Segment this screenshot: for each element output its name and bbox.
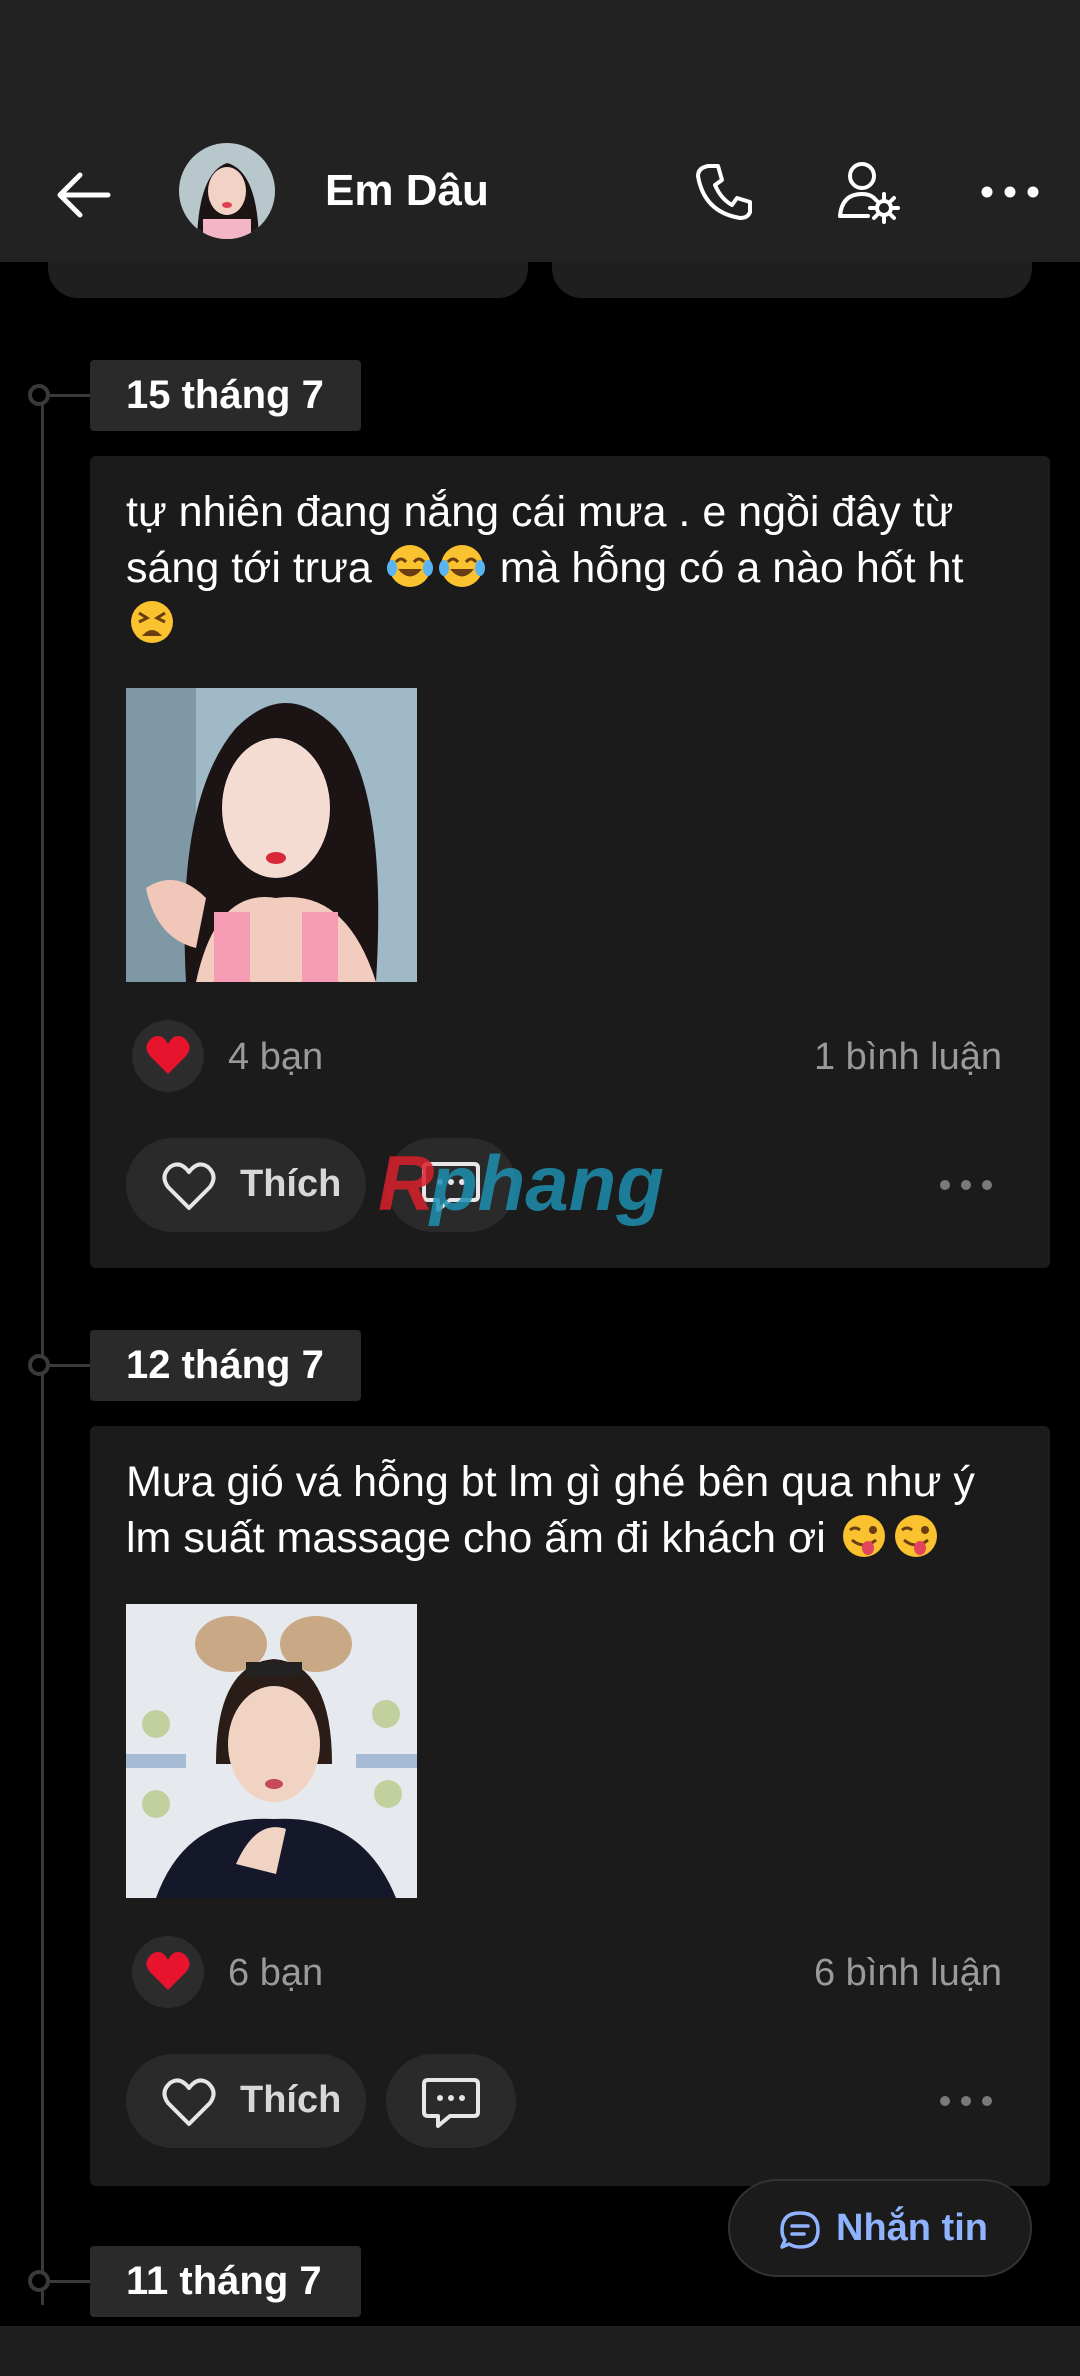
date-label: 12 tháng 7 [90, 1330, 361, 1401]
post-photo[interactable] [126, 688, 417, 982]
timeline-connector [50, 1364, 92, 1367]
top-bar: Em Dâu [0, 0, 1080, 262]
tears-of-joy-emoji-icon [438, 545, 485, 587]
message-label: Nhắn tin [836, 2207, 988, 2249]
timeline-dot [28, 384, 50, 406]
timeline-dot [28, 1354, 50, 1376]
phone-icon[interactable] [690, 156, 760, 226]
date-label: 15 tháng 7 [90, 360, 361, 431]
post-text-segment: lm suất massage cho ấm đi khách ơi [126, 1514, 826, 1562]
post-card[interactable]: Mưa gió vá hỗng bt lm gì ghé bên qua như… [90, 1426, 1050, 2186]
comment-icon [422, 2078, 480, 2128]
heart-outline-icon [162, 2078, 216, 2126]
winking-tongue-emoji-icon [894, 1515, 937, 1557]
heart-outline-icon [162, 1162, 216, 1210]
chat-icon [780, 2211, 820, 2249]
back-arrow-icon[interactable] [50, 160, 120, 230]
like-button[interactable]: Thích [126, 2054, 366, 2148]
post-text-line: tự nhiên đang nắng cái mưa . e ngồi đây … [126, 488, 954, 536]
like-button[interactable]: Thích [126, 1138, 366, 1232]
post-text-segment: mà hỗng có a nào hốt ht [499, 544, 964, 592]
post-text-line: sáng tới trưa mà hỗng có a nào hốt ht [126, 540, 1026, 596]
timeline-connector [50, 2280, 92, 2283]
comment-button[interactable] [386, 2054, 516, 2148]
heart-icon [146, 1952, 190, 1990]
date-label: 11 tháng 7 [90, 2246, 361, 2317]
post-text-line: lm suất massage cho ấm đi khách ơi [126, 1510, 1026, 1566]
winking-tongue-emoji-icon [842, 1515, 885, 1557]
post-more-icon[interactable] [938, 1178, 994, 1192]
reaction-badge[interactable] [132, 1936, 204, 2008]
likes-count[interactable]: 6 bạn [228, 1952, 323, 1995]
like-label: Thích [240, 2079, 342, 2121]
like-label: Thích [240, 1163, 342, 1205]
bottom-bar [0, 2326, 1080, 2376]
post-text-segment: sáng tới trưa [126, 544, 372, 592]
post-text-line [126, 596, 1026, 652]
reaction-badge[interactable] [132, 1020, 204, 1092]
post-text: Mưa gió vá hỗng bt lm gì ghé bên qua như… [126, 1454, 1026, 1566]
timeline-dot [28, 2270, 50, 2292]
post-more-icon[interactable] [938, 2094, 994, 2108]
message-button[interactable]: Nhắn tin [728, 2179, 1032, 2277]
previous-card-left [48, 262, 528, 298]
watermark-logo: R phang [378, 1140, 664, 1227]
tired-face-emoji-icon [131, 601, 173, 643]
previous-card-right [552, 262, 1032, 298]
heart-icon [146, 1036, 190, 1074]
comments-count[interactable]: 1 bình luận [814, 1036, 1002, 1079]
svg-text:R: R [378, 1140, 434, 1227]
post-text-line: Mưa gió vá hỗng bt lm gì ghé bên qua như… [126, 1458, 975, 1506]
likes-count[interactable]: 4 bạn [228, 1036, 323, 1079]
post-photo[interactable] [126, 1604, 417, 1898]
avatar[interactable] [179, 143, 275, 239]
post-text: tự nhiên đang nắng cái mưa . e ngồi đây … [126, 484, 1026, 652]
comments-count[interactable]: 6 bình luận [814, 1952, 1002, 1995]
more-icon[interactable] [975, 156, 1045, 226]
timeline-connector [50, 394, 92, 397]
tears-of-joy-emoji-icon [386, 545, 433, 587]
page-title: Em Dâu [325, 166, 489, 215]
svg-text:phang: phang [428, 1140, 664, 1227]
user-settings-icon[interactable] [832, 156, 902, 226]
